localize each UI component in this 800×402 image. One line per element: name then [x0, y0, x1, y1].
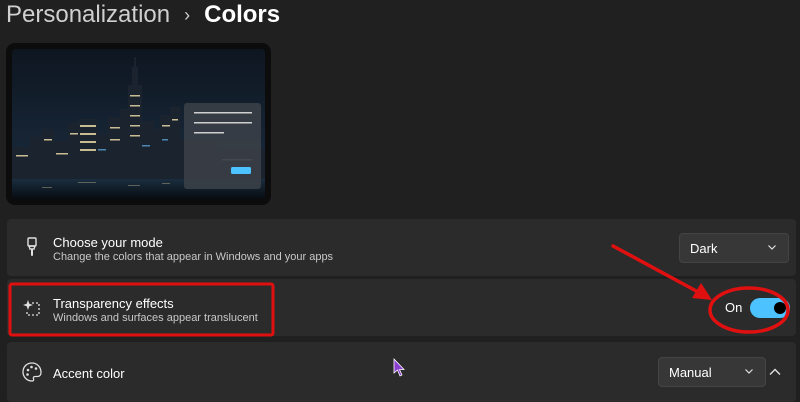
page-title: Colors	[204, 1, 281, 28]
breadcrumb-personalization[interactable]: Personalization	[6, 0, 170, 30]
toggle-knob	[774, 302, 786, 314]
accent-title: Accent color	[53, 366, 125, 381]
mode-dropdown-value: Dark	[690, 240, 718, 256]
chevron-down-icon	[745, 369, 753, 374]
mock-window	[184, 103, 261, 189]
theme-preview	[6, 43, 271, 205]
accent-dropdown-value: Manual	[669, 364, 712, 380]
chevron-down-icon	[768, 245, 776, 250]
chevron-up-icon[interactable]	[765, 362, 785, 382]
mock-accent-button	[231, 167, 251, 174]
breadcrumb: Personalization › Colors	[6, 0, 280, 30]
mode-subtitle: Change the colors that appear in Windows…	[53, 251, 334, 263]
transparency-toggle[interactable]	[750, 298, 790, 318]
accent-dropdown[interactable]: Manual	[658, 357, 766, 387]
paintbrush-icon	[27, 237, 37, 256]
transparency-title: Transparency effects	[53, 296, 174, 311]
sparkle-transparency-icon	[23, 300, 40, 316]
transparency-toggle-label: On	[725, 300, 743, 315]
breadcrumb-separator: ›	[184, 5, 191, 25]
palette-icon	[22, 362, 42, 382]
transparency-subtitle: Windows and surfaces appear translucent	[53, 312, 258, 324]
mouse-cursor-icon	[393, 358, 405, 377]
setting-transparency-effects: Transparency effects Windows and surface…	[7, 279, 796, 336]
setting-choose-mode: Choose your mode Change the colors that …	[7, 219, 796, 276]
city-skyline-night-wallpaper	[12, 49, 265, 199]
mode-title: Choose your mode	[53, 235, 163, 250]
mode-dropdown[interactable]: Dark	[679, 233, 789, 263]
